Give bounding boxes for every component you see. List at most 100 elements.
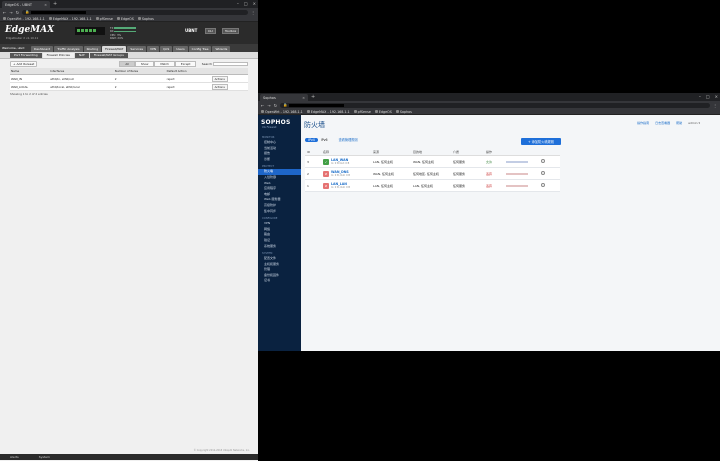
back-icon[interactable]: ← [261,103,264,108]
browser-tab[interactable]: EdgeOS - UBNT × [2,1,50,8]
bookmark-icon [306,110,310,113]
subnav-tab-port-forwarding[interactable]: Port Forwarding [10,52,42,58]
subnav-tab-nat[interactable]: NAT [74,52,89,58]
rule-id: 3 [307,159,309,164]
filter-show[interactable]: Show [134,60,155,67]
ip-version-tabs: IPv4 IPv6 查看管理规则 [305,137,358,142]
main-panel: 防火墙 操作指南 日志查看器 帮助 admin ▾ IPv4 IPv6 查看管理… [301,115,720,351]
redacted-url [289,103,345,107]
rule-row[interactable]: 2 ⊘ WAN_DNS In: 0 B, Out: 0 B WAN, 任何主机 任何地区,… [305,168,560,180]
tab-ipv4[interactable]: IPv4 [305,137,318,142]
bookmark-label: pfSense [357,109,371,114]
alerts-button[interactable]: Alerts [10,455,19,459]
bookmark-label: OpenWrt - 192.168.1.1 [7,16,45,21]
back-icon[interactable]: ← [3,10,6,15]
search-input[interactable] [213,61,248,66]
column-header: 操作 [486,149,493,154]
nav-tab-firewall-nat[interactable]: Firewall/NAT [102,46,127,52]
menu-icon[interactable]: ⋮ [251,10,255,15]
help-link[interactable]: 帮助 [676,121,682,125]
gear-icon[interactable] [541,171,545,175]
bookmark-item[interactable]: Sophos [137,16,154,21]
bookmark-item[interactable]: Sophos [395,110,412,114]
gear-icon[interactable] [541,183,545,187]
nav-tab-users[interactable]: Users [173,46,188,52]
rule-name-cell: ✓ LAN_WAN In: 0 B Out: 0 B [323,158,373,165]
actions-button[interactable]: Actions [211,75,228,82]
bookmark-label: EdgeOS [378,109,392,114]
minimize-icon[interactable]: – [699,93,701,101]
reload-icon[interactable]: ↻ [274,103,277,108]
nav-tab-qos[interactable]: QoS [160,46,173,52]
maximize-icon[interactable]: □ [706,93,710,101]
browser-tab[interactable]: Sophos × [260,94,308,101]
add-firewall-rule-button[interactable]: + 添加防火墙规则 [521,138,561,145]
close-window-icon[interactable]: × [253,0,256,8]
new-tab-icon[interactable]: + [311,94,315,101]
sidebar-item[interactable]: 证书 [258,278,301,284]
nav-tab-dashboard[interactable]: Dashboard [31,46,54,52]
bookmark-item[interactable]: pfSense [353,109,371,114]
gear-icon[interactable] [541,159,545,163]
port-status-leds [75,27,105,35]
toolbox-button[interactable]: Toolbox [222,28,240,34]
url-field[interactable]: 🔒 [22,9,248,15]
rule-name-block: LAN_LAN In: 0 B, Out: 0 B [331,182,350,189]
edgemax-browser-window: EdgeOS - UBNT × + – □ × ← → ↻ 🔒 ⋮ OpenWrt … [0,0,258,461]
nav-tab-wizards[interactable]: Wizards [212,46,231,52]
bookmark-item[interactable]: EdgeOS [374,109,392,114]
redacted-info [506,160,541,164]
tab-ipv6[interactable]: IPv6 [321,138,328,142]
rule-row[interactable]: 3 ✓ LAN_WAN In: 0 B Out: 0 B LAN, 任何主机 WAN, 任… [305,156,560,168]
bookmark-item[interactable]: pfSense [95,17,113,21]
nav-tab-vpn[interactable]: VPN [147,46,160,52]
bookmark-item[interactable]: EdgeOS [116,16,134,21]
forward-icon[interactable]: → [9,10,12,15]
filter-except[interactable]: Except [174,60,197,67]
new-tab-icon[interactable]: + [53,1,57,8]
subnav-tab-firewall-policies[interactable]: Firewall Policies [42,52,74,58]
cli-button[interactable]: CLI [205,28,216,34]
forward-icon[interactable]: → [267,103,270,108]
close-tab-icon[interactable]: × [44,3,47,7]
nav-tab-routing[interactable]: Routing [83,46,102,52]
bookmark-label: Sophos [141,16,154,21]
filter-match[interactable]: Match [154,60,175,67]
menu-icon[interactable]: ⋮ [713,103,717,108]
bookmark-icon [261,110,264,113]
user-menu[interactable]: admin ▾ [688,121,700,125]
cell-rules: 2 [113,82,166,91]
close-window-icon[interactable]: × [715,93,718,101]
bookmark-label: OpenWrt - 192.168.1.1 [265,109,303,114]
rule-row[interactable]: 1 ⊘ LAN_LAN In: 0 B, Out: 0 B LAN, 任何主机 LAN, … [305,180,560,192]
cell-name: WAN_LOCAL [10,82,50,91]
url-field[interactable]: 🔒 [280,102,710,108]
cell-action: reject [165,82,211,91]
bookmark-item[interactable]: EdgeMAX - 192.168.1.1 [306,110,350,114]
add-ruleset-button[interactable]: + Add Ruleset [10,60,38,67]
bookmark-icon [353,110,357,113]
nav-tab-traffic-analysis[interactable]: Traffic Analysis [54,46,83,52]
how-to-link[interactable]: 操作指南 [637,121,649,125]
reload-icon[interactable]: ↻ [16,10,19,15]
log-viewer-link[interactable]: 日志查看器 [655,121,670,125]
allow-icon: ✓ [323,158,329,165]
bookmark-item[interactable]: OpenWrt - 192.168.1.1 [3,17,45,21]
maximize-icon[interactable]: □ [244,0,248,8]
cell-actions: Actions [210,74,248,83]
subnav-tab-firewall-nat-groups[interactable]: Firewall/NAT Groups [89,52,128,58]
view-admin-rules-link[interactable]: 查看管理规则 [339,137,358,142]
bookmark-label: EdgeOS [120,16,134,21]
filter-all[interactable]: All [119,60,135,67]
nav-tab-services[interactable]: Services [127,46,147,52]
bookmark-item[interactable]: OpenWrt - 192.168.1.1 [261,110,303,114]
rule-traffic: In: 0 B, Out: 0 B [331,174,351,177]
rule-name-block: LAN_WAN In: 0 B Out: 0 B [331,158,349,165]
bookmark-item[interactable]: EdgeMAX - 192.168.1.1 [48,17,92,21]
close-tab-icon[interactable]: × [302,96,305,100]
nav-tab-config-tree[interactable]: Config Tree [188,46,212,52]
minimize-icon[interactable]: – [237,0,239,8]
entries-count: Showing 1 to 2 of 2 entries [10,92,48,96]
actions-button[interactable]: Actions [211,83,228,90]
system-button[interactable]: System [39,455,50,459]
